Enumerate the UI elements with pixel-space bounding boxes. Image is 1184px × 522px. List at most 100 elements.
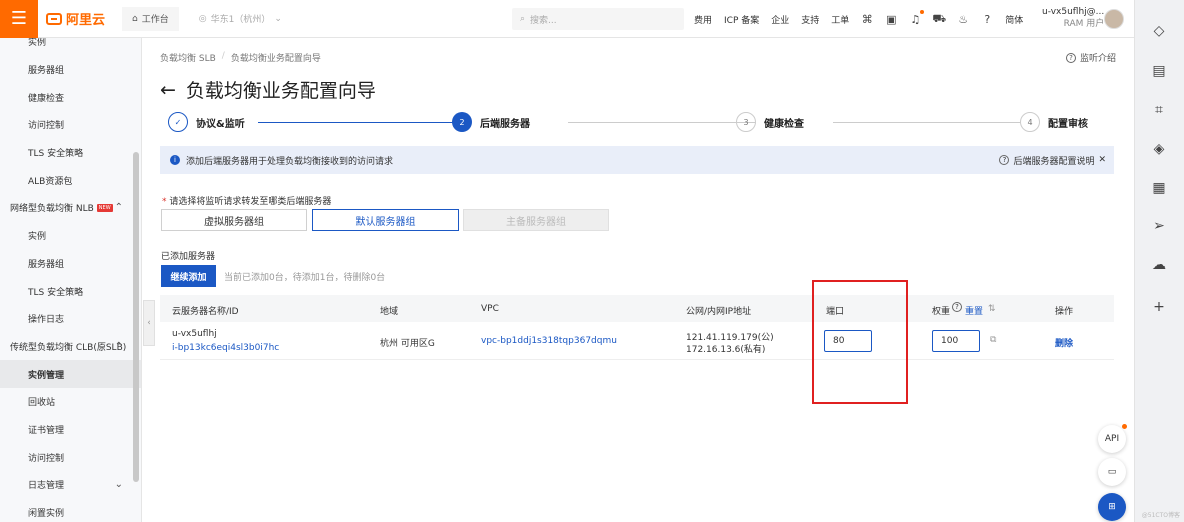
- close-icon[interactable]: ✕: [1098, 155, 1106, 165]
- sidebar-item[interactable]: 证书管理: [0, 416, 141, 444]
- workspace-button[interactable]: ⌂ 工作台: [122, 6, 179, 31]
- step-number: 2: [452, 112, 472, 132]
- step-label: 健康检查: [764, 118, 804, 130]
- sidebar-item[interactable]: 健康检查: [0, 83, 141, 111]
- language-switch[interactable]: 简体: [1005, 13, 1023, 26]
- chevron-up-icon: ⌃: [114, 340, 123, 352]
- copy-icon[interactable]: ⧉: [990, 335, 996, 345]
- vpc-link[interactable]: vpc-bp1ddj1s318tqp367dqmu: [481, 336, 617, 346]
- server-region: 杭州 可用区G: [380, 339, 435, 349]
- weight-input[interactable]: 100: [932, 330, 980, 352]
- cart-icon[interactable]: ⛟: [932, 12, 946, 25]
- sidebar-scrollbar[interactable]: [133, 152, 139, 482]
- listener-help-link[interactable]: ? 监听介绍: [1065, 51, 1116, 64]
- send-icon[interactable]: ➢: [1150, 217, 1168, 235]
- server-type-primary-backup: 主备服务器组: [463, 209, 609, 231]
- forward-prompt-text: 请选择将监听请求转发至哪类后端服务器: [169, 197, 332, 207]
- step-label: 配置审核: [1048, 118, 1088, 130]
- sidebar-item[interactable]: 实例: [0, 222, 141, 250]
- added-servers-label: 已添加服务器: [161, 252, 216, 262]
- brand-logo[interactable]: 阿里云: [46, 9, 118, 28]
- forward-prompt: * 请选择将监听请求转发至哪类后端服务器: [162, 194, 331, 207]
- sidebar-item[interactable]: 服务器组: [0, 250, 141, 278]
- sidebar-item[interactable]: ALB资源包: [0, 166, 141, 194]
- chat-icon[interactable]: ▭: [1098, 458, 1126, 486]
- bell-icon[interactable]: ♫: [909, 10, 925, 26]
- sidebar-item-label: 访问控制: [28, 453, 65, 464]
- sidebar-item[interactable]: 回收站: [0, 388, 141, 416]
- step-4: 4 配置审核: [1020, 112, 1088, 132]
- breadcrumb-slb[interactable]: 负载均衡 SLB: [160, 51, 216, 64]
- tag-icon[interactable]: ◇: [1150, 22, 1168, 40]
- breadcrumb-wizard: 负载均衡业务配置向导: [230, 54, 321, 64]
- sidebar-group[interactable]: 传统型负载均衡 CLB(原SLB) ⌃: [0, 333, 141, 361]
- server-type-virtual[interactable]: 虚拟服务器组: [161, 209, 307, 231]
- sidebar-item-label: 回收站: [28, 398, 56, 409]
- continue-add-button[interactable]: 继续添加: [161, 265, 216, 287]
- sidebar-item[interactable]: 日志管理 ⌄: [0, 471, 141, 499]
- terminal-icon[interactable]: ▣: [885, 13, 897, 26]
- step-connector: [258, 122, 470, 123]
- nav-support[interactable]: 支持: [801, 13, 819, 26]
- col-region: 地域: [380, 307, 399, 317]
- sidebar-item[interactable]: 实例: [0, 38, 141, 56]
- backend-help-link[interactable]: ? 后端服务器配置说明 ✕: [999, 154, 1106, 167]
- network-icon[interactable]: ⌗: [1150, 101, 1168, 119]
- sidebar-item[interactable]: TLS 安全策略: [0, 277, 141, 305]
- server-type-default[interactable]: 默认服务器组: [312, 209, 459, 231]
- nav-enterprise[interactable]: 企业: [771, 13, 789, 26]
- col-weight: 权重: [932, 307, 951, 317]
- toolbox-icon[interactable]: ▤: [1150, 62, 1168, 80]
- server-id-link[interactable]: i-bp13kc6eqi4sl3b0i7hc: [172, 343, 279, 353]
- delete-link[interactable]: 删除: [1055, 336, 1073, 349]
- region-selector[interactable]: ◎ 华东1（杭州） ⌄: [199, 12, 282, 26]
- user-info[interactable]: u-vx5uflhj@... RAM 用户: [1042, 6, 1104, 30]
- sidebar: 实例 服务器组 健康检查 访问控制 TLS 安全策略 ALB资源包 网络型负载均衡 NLB N…: [0, 38, 142, 522]
- cloud-icon[interactable]: ☁: [1150, 256, 1168, 274]
- nav-icp[interactable]: ICP 备案: [724, 13, 759, 26]
- sidebar-item[interactable]: 实例管理: [0, 360, 141, 388]
- avatar[interactable]: [1104, 9, 1124, 29]
- chevron-down-icon: ⌄: [274, 13, 282, 24]
- col-vpc: VPC: [481, 304, 499, 314]
- notification-dot: [1122, 424, 1127, 429]
- sidebar-item[interactable]: TLS 安全策略: [0, 139, 141, 167]
- wizard-steps: ✓ 协议&监听 2 后端服务器 3 健康检查 4 配置审核: [168, 112, 1098, 134]
- add-icon[interactable]: +: [1150, 298, 1168, 316]
- sidebar-item[interactable]: 访问控制: [0, 443, 141, 471]
- sidebar-item[interactable]: 服务器组: [0, 56, 141, 84]
- outlook-icon[interactable]: ▦: [1150, 179, 1168, 197]
- nav-billing[interactable]: 费用: [694, 13, 712, 26]
- sidebar-item[interactable]: 访问控制: [0, 111, 141, 139]
- step-check-icon: ✓: [168, 112, 188, 132]
- brand-mark-icon: [46, 12, 62, 25]
- api-button[interactable]: API: [1098, 424, 1127, 453]
- hamburger-menu-icon[interactable]: ☰: [0, 0, 38, 38]
- sort-icon[interactable]: ⇅: [988, 304, 996, 314]
- nav-ticket[interactable]: 工单: [831, 13, 849, 26]
- private-ip: 172.16.13.6(私有): [686, 345, 766, 355]
- lightbulb-icon[interactable]: ♨: [957, 13, 969, 26]
- compass-icon[interactable]: ◈: [1150, 140, 1168, 158]
- info-icon: i: [170, 155, 180, 165]
- back-arrow-icon[interactable]: ←: [160, 79, 176, 101]
- question-icon: ?: [999, 155, 1010, 165]
- help-icon[interactable]: ?: [981, 13, 993, 26]
- sidebar-item[interactable]: 闲置实例: [0, 499, 141, 522]
- right-toolbar: ◇ ▤ ⌗ ◈ ▦ ➢ ☁ +: [1134, 0, 1184, 522]
- search-icon: ⌕: [520, 14, 526, 24]
- apps-icon[interactable]: ⊞: [1098, 493, 1126, 521]
- sidebar-group[interactable]: 网络型负载均衡 NLB NEW ⌃: [0, 194, 141, 222]
- chevron-down-icon: ⌄: [114, 479, 123, 490]
- chevron-up-icon: ⌃: [114, 202, 123, 214]
- sidebar-item-label: 证书管理: [28, 425, 65, 436]
- search-input[interactable]: ⌕ 搜索...: [512, 8, 684, 30]
- home-icon: ⌂: [132, 13, 138, 24]
- sidebar-item-label: 日志管理: [28, 481, 65, 492]
- reset-weight-link[interactable]: 重置: [965, 304, 983, 317]
- sidebar-item-label: 服务器组: [28, 66, 65, 77]
- sidebar-item-label: 操作日志: [28, 315, 65, 326]
- sidebar-item[interactable]: 操作日志: [0, 305, 141, 333]
- code-icon[interactable]: ⌘: [861, 13, 873, 26]
- page-title-text: 负载均衡业务配置向导: [185, 80, 376, 102]
